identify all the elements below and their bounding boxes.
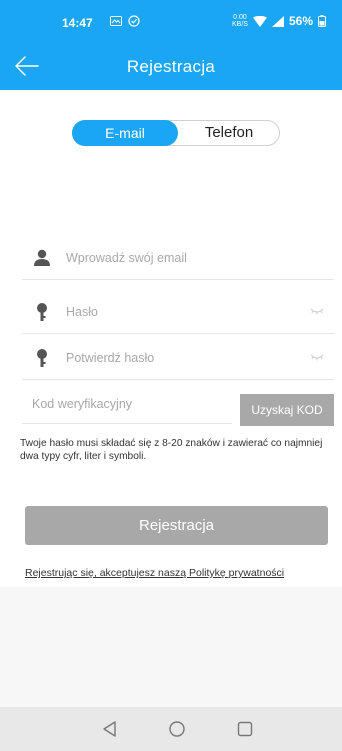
- status-bar: 14:47 0.00 KB/S 56%: [0, 0, 342, 44]
- password-input[interactable]: [66, 300, 296, 324]
- battery-icon: [318, 15, 326, 27]
- get-code-button[interactable]: Uzyskaj KOD: [240, 394, 334, 426]
- status-time: 14:47: [62, 16, 93, 30]
- user-icon: [34, 249, 50, 266]
- page-title: Rejestracja: [126, 57, 216, 76]
- back-triangle-icon[interactable]: [100, 719, 120, 739]
- tab-phone[interactable]: Telefon: [177, 120, 281, 146]
- verification-code-input[interactable]: [32, 392, 222, 416]
- bottom-spacer: [0, 587, 342, 707]
- password-field-row: [22, 290, 334, 334]
- register-button[interactable]: Rejestracja: [25, 506, 328, 545]
- registration-method-toggle: E-mail Telefon: [72, 120, 280, 146]
- nav-bar: Rejestracja: [0, 44, 342, 90]
- battery-percent: 56%: [288, 14, 313, 28]
- tab-email[interactable]: E-mail: [72, 120, 178, 146]
- email-field-row: [22, 236, 334, 280]
- verification-code-row: [22, 384, 232, 424]
- password-hint: Twoje hasło musi składać się z 8-20 znak…: [20, 438, 323, 462]
- system-nav-bar: [0, 707, 342, 751]
- email-input[interactable]: [66, 246, 296, 270]
- wifi-icon: [252, 15, 267, 27]
- network-speed: 0.00 KB/S: [232, 14, 248, 28]
- confirm-password-input[interactable]: [66, 346, 296, 370]
- eye-closed-icon[interactable]: [310, 306, 324, 316]
- recents-square-icon[interactable]: [235, 719, 255, 739]
- key-icon: [37, 303, 47, 321]
- shield-check-icon: [128, 15, 140, 27]
- key-icon: [37, 349, 47, 367]
- home-circle-icon[interactable]: [167, 719, 187, 739]
- gallery-notification-icon: [110, 16, 122, 26]
- eye-closed-icon[interactable]: [310, 352, 324, 362]
- privacy-policy-link[interactable]: Rejestrując się, akceptujesz naszą Polit…: [25, 567, 284, 579]
- confirm-password-field-row: [22, 336, 334, 380]
- app-header: 14:47 0.00 KB/S 56% Rejestracja: [0, 0, 342, 90]
- signal-icon: [271, 15, 284, 27]
